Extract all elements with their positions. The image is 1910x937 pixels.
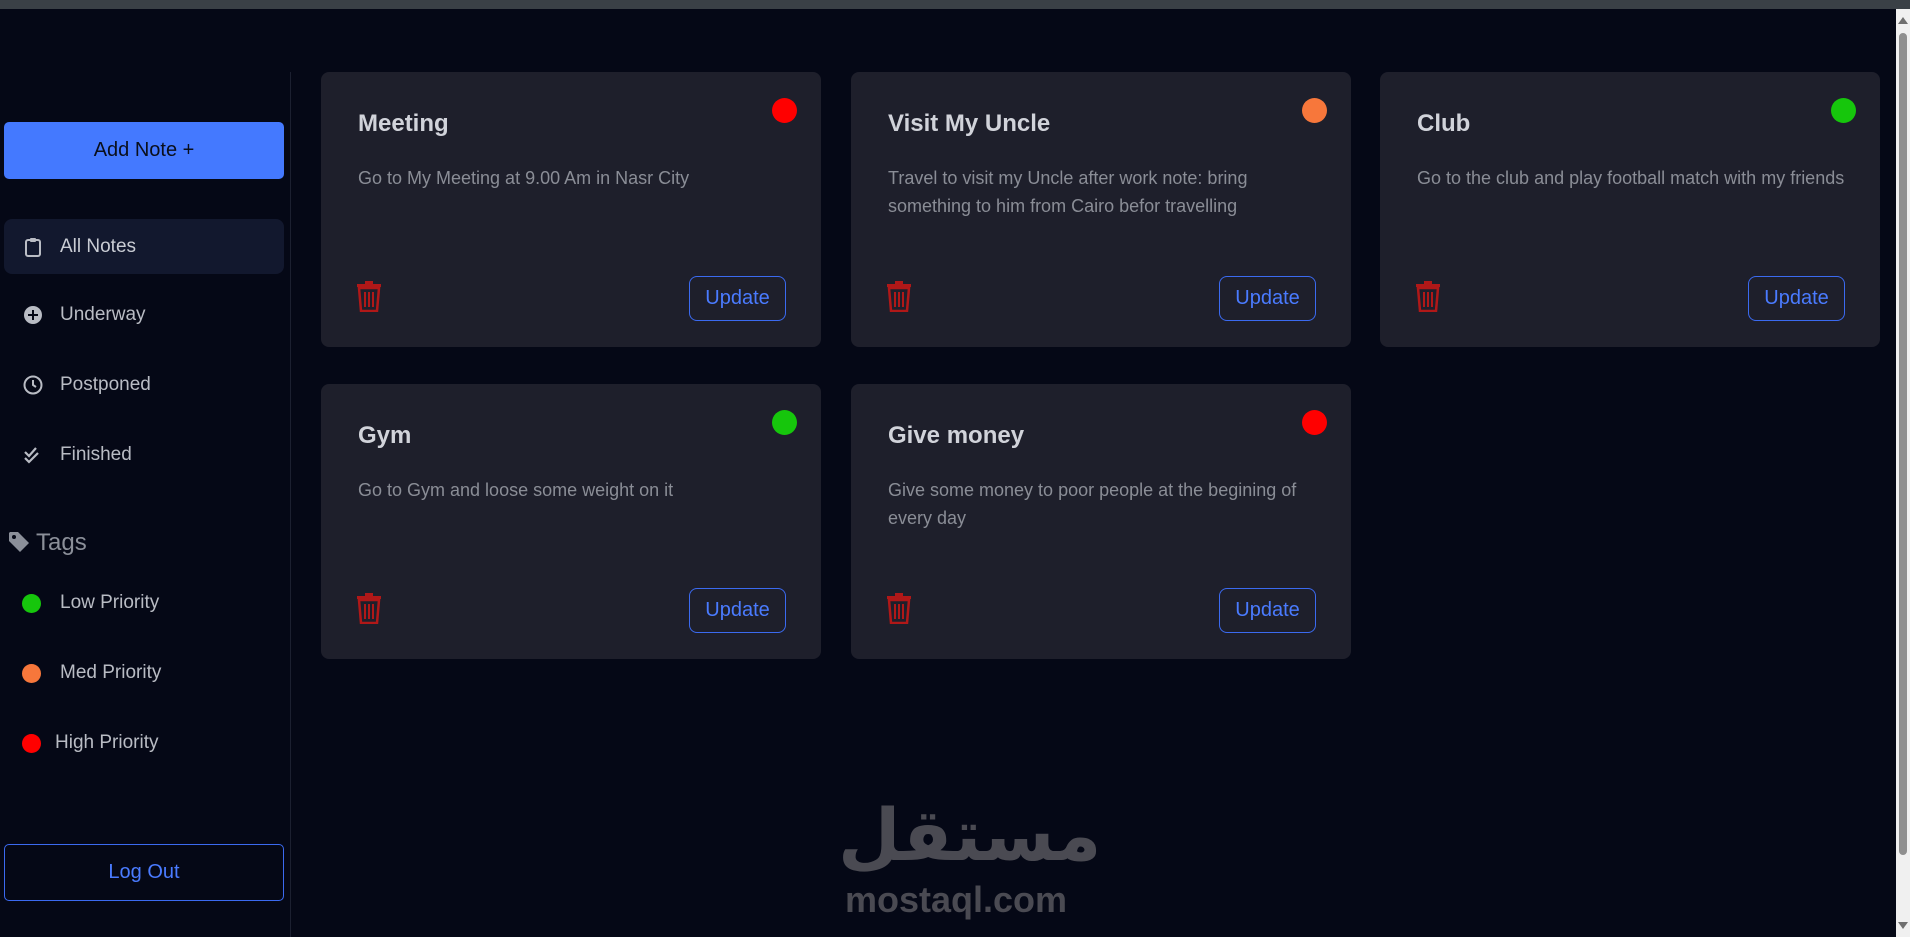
tag-label: Low Priority — [60, 592, 160, 613]
update-button[interactable]: Update — [689, 588, 786, 633]
watermark-latin: mostaql.com — [844, 879, 1068, 920]
tag-med-priority[interactable]: Med Priority — [4, 648, 284, 698]
priority-dot — [1302, 98, 1327, 123]
nav-item-underway[interactable]: Underway — [4, 287, 284, 342]
note-card: Gym Go to Gym and loose some weight on i… — [321, 384, 821, 659]
note-description: Go to Gym and loose some weight on it — [358, 480, 674, 500]
med-priority-dot — [22, 663, 41, 683]
update-button[interactable]: Update — [1219, 276, 1316, 321]
nav-item-all-notes[interactable]: All Notes — [4, 219, 284, 274]
tag-low-priority[interactable]: Low Priority — [4, 578, 284, 628]
trash-icon[interactable] — [355, 280, 385, 314]
note-card: Visit My Uncle Travel to visit my Uncle … — [851, 72, 1351, 347]
note-title: Gym — [358, 422, 412, 449]
mostaql-watermark: مستقل mostaql.com — [838, 790, 1102, 920]
scroll-down-arrow-icon[interactable] — [1898, 922, 1908, 929]
scrollbar-thumb[interactable] — [1899, 33, 1907, 855]
trash-icon[interactable] — [1414, 280, 1444, 314]
update-button[interactable]: Update — [689, 276, 786, 321]
note-description: Give some money to poor people at the be… — [888, 480, 1297, 528]
priority-dot — [772, 98, 797, 123]
plus-circle-icon — [22, 304, 44, 326]
note-title: Visit My Uncle — [888, 110, 1051, 137]
update-button[interactable]: Update — [1219, 588, 1316, 633]
sidebar: Add Note + All Notes Underway Postponed … — [0, 72, 291, 937]
note-card: Meeting Go to My Meeting at 9.00 Am in N… — [321, 72, 821, 347]
note-title: Club — [1417, 110, 1471, 137]
trash-icon[interactable] — [355, 592, 385, 626]
note-title: Give money — [888, 422, 1025, 449]
scroll-up-arrow-icon[interactable] — [1898, 17, 1908, 24]
high-priority-dot — [22, 733, 41, 753]
nav-item-label: Finished — [60, 443, 132, 465]
tags-heading-label: Tags — [36, 529, 87, 556]
note-card: Give money Give some money to poor peopl… — [851, 384, 1351, 659]
nav-item-label: All Notes — [60, 235, 137, 257]
nav-item-label: Postponed — [60, 373, 151, 395]
tags-heading: Tags — [8, 529, 87, 557]
tag-high-priority[interactable]: High Priority — [4, 718, 284, 768]
vertical-scrollbar[interactable] — [1896, 9, 1910, 937]
note-card: Club Go to the club and play football ma… — [1380, 72, 1880, 347]
browser-top-strip — [0, 0, 1910, 9]
priority-dot — [1831, 98, 1856, 123]
watermark-arabic: مستقل — [838, 793, 1102, 877]
tag-label: Med Priority — [60, 662, 162, 683]
clipboard-icon — [22, 236, 44, 258]
note-description: Go to My Meeting at 9.00 Am in Nasr City — [358, 168, 690, 188]
nav-item-label: Underway — [60, 303, 146, 325]
trash-icon[interactable] — [885, 592, 915, 626]
nav-item-postponed[interactable]: Postponed — [4, 357, 284, 412]
update-button[interactable]: Update — [1748, 276, 1845, 321]
low-priority-dot — [22, 593, 41, 613]
note-title: Meeting — [358, 110, 449, 137]
clock-icon — [22, 374, 44, 396]
tag-label: High Priority — [55, 732, 159, 753]
add-note-button[interactable]: Add Note + — [4, 122, 284, 179]
nav-item-finished[interactable]: Finished — [4, 427, 284, 482]
logout-button[interactable]: Log Out — [4, 844, 284, 901]
tag-icon — [8, 531, 32, 555]
note-description: Travel to visit my Uncle after work note… — [888, 168, 1248, 216]
priority-dot — [772, 410, 797, 435]
priority-dot — [1302, 410, 1327, 435]
double-check-icon — [22, 444, 44, 466]
note-description: Go to the club and play football match w… — [1417, 168, 1845, 188]
trash-icon[interactable] — [885, 280, 915, 314]
